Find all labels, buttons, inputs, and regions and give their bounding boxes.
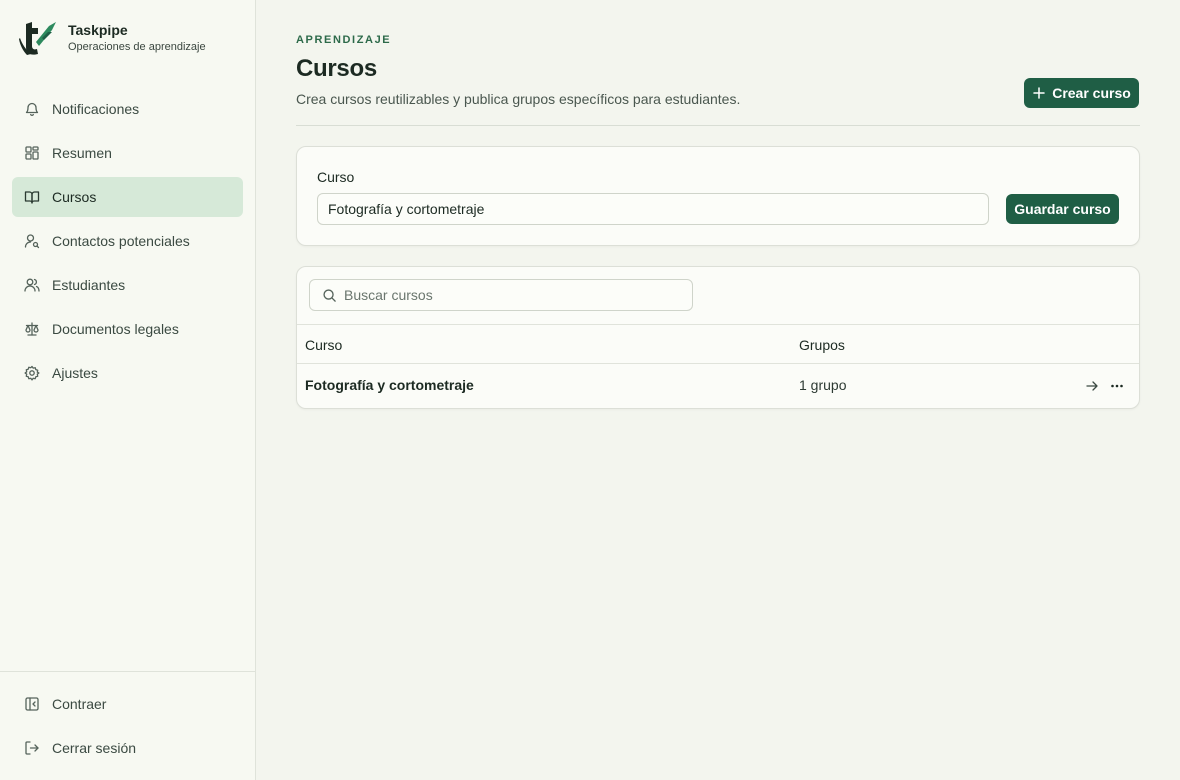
sidebar-item-label: Cursos bbox=[52, 189, 97, 205]
course-groups-cell: 1 grupo bbox=[799, 377, 847, 393]
arrow-right-icon[interactable] bbox=[1085, 379, 1099, 393]
sidebar-item-label: Ajustes bbox=[52, 365, 98, 381]
brand-name: Taskpipe bbox=[68, 22, 128, 38]
collapse-sidebar-button[interactable]: Contraer bbox=[12, 684, 243, 724]
sidebar-item-estudiantes[interactable]: Estudiantes bbox=[12, 265, 243, 305]
sidebar-item-ajustes[interactable]: Ajustes bbox=[12, 353, 243, 393]
sidebar-nav: Notificaciones Resumen Cursos Contactos … bbox=[12, 89, 243, 397]
sidebar: Taskpipe Operaciones de aprendizaje Noti… bbox=[0, 0, 256, 780]
page-description: Crea cursos reutilizables y publica grup… bbox=[296, 91, 741, 107]
search-icon bbox=[323, 289, 336, 302]
logout-icon bbox=[25, 741, 39, 755]
save-course-button[interactable]: Guardar curso bbox=[1006, 194, 1119, 224]
sidebar-item-label: Estudiantes bbox=[52, 277, 126, 293]
column-header-course: Curso bbox=[305, 337, 343, 353]
scale-icon bbox=[25, 322, 39, 336]
search-box[interactable] bbox=[309, 279, 693, 311]
table-header: Curso Grupos bbox=[297, 324, 1139, 364]
sidebar-item-label: Resumen bbox=[52, 145, 112, 161]
sidebar-item-contactos-potenciales[interactable]: Contactos potenciales bbox=[12, 221, 243, 261]
sidebar-item-label: Notificaciones bbox=[52, 101, 140, 117]
sidebar-collapse-icon bbox=[25, 697, 39, 711]
section-eyebrow: APRENDIZAJE bbox=[296, 34, 392, 46]
sidebar-item-label: Contactos potenciales bbox=[52, 233, 190, 249]
brand[interactable]: Taskpipe Operaciones de aprendizaje bbox=[18, 18, 206, 58]
courses-list-card: Curso Grupos Fotografía y cortometraje 1… bbox=[296, 266, 1140, 409]
sidebar-item-resumen[interactable]: Resumen bbox=[12, 133, 243, 173]
sidebar-footer: Contraer Cerrar sesión bbox=[0, 671, 255, 780]
page-title: Cursos bbox=[296, 55, 377, 82]
header-divider bbox=[296, 125, 1140, 126]
sidebar-item-documentos-legales[interactable]: Documentos legales bbox=[12, 309, 243, 349]
create-course-label: Crear curso bbox=[1052, 85, 1131, 101]
user-search-icon bbox=[24, 234, 40, 249]
brand-subtitle: Operaciones de aprendizaje bbox=[68, 41, 206, 53]
more-options-icon[interactable] bbox=[1110, 379, 1124, 393]
gear-icon bbox=[24, 365, 40, 381]
plus-icon bbox=[1033, 87, 1045, 99]
sidebar-item-label: Cerrar sesión bbox=[52, 740, 137, 756]
create-course-button[interactable]: Crear curso bbox=[1024, 78, 1139, 108]
course-name-input[interactable] bbox=[317, 193, 989, 225]
logout-button[interactable]: Cerrar sesión bbox=[12, 728, 243, 768]
table-row[interactable]: Fotografía y cortometraje 1 grupo bbox=[297, 364, 1139, 408]
course-field-label: Curso bbox=[317, 169, 355, 185]
column-header-groups: Grupos bbox=[799, 337, 845, 353]
users-icon bbox=[24, 278, 40, 292]
bell-icon bbox=[25, 102, 39, 117]
book-icon bbox=[24, 191, 40, 204]
sidebar-item-cursos[interactable]: Cursos bbox=[12, 177, 243, 217]
sidebar-item-label: Contraer bbox=[52, 696, 107, 712]
course-form-card: Curso Guardar curso bbox=[296, 146, 1140, 246]
sidebar-item-label: Documentos legales bbox=[52, 321, 179, 337]
course-name-cell: Fotografía y cortometraje bbox=[305, 377, 474, 393]
taskpipe-logo-icon bbox=[19, 22, 56, 55]
sidebar-item-notificaciones[interactable]: Notificaciones bbox=[12, 89, 243, 129]
dashboard-icon bbox=[25, 146, 39, 160]
search-input[interactable] bbox=[344, 280, 684, 310]
